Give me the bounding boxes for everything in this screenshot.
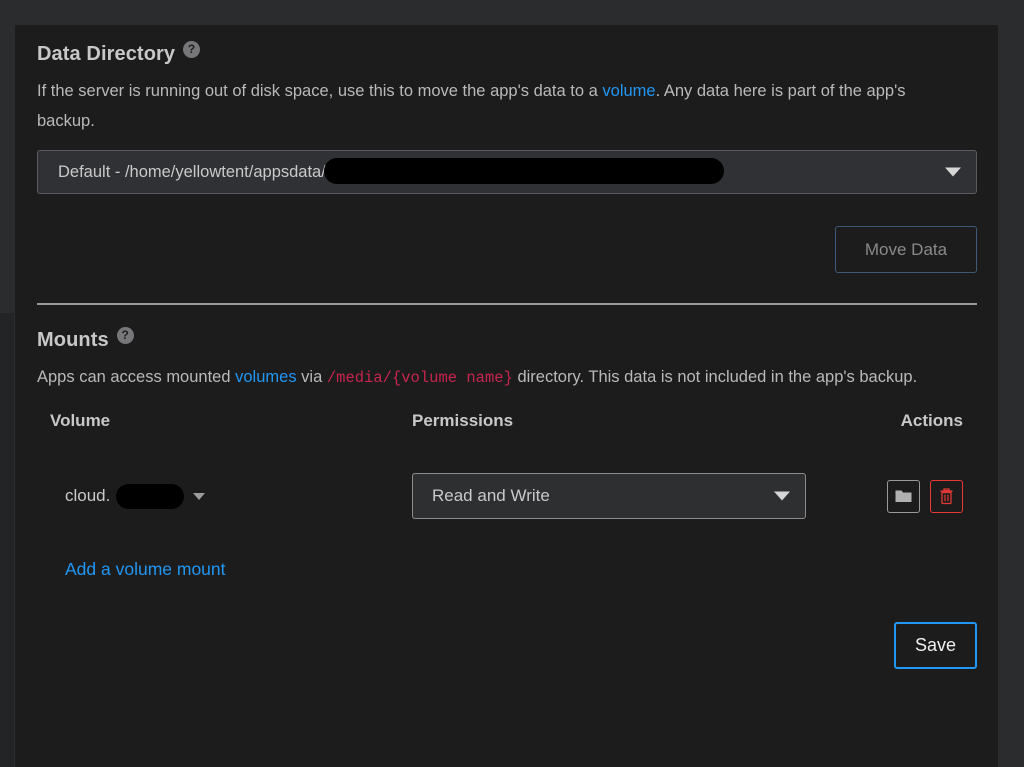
mounts-section: Mounts ? Apps can access mounted volumes… (37, 327, 977, 580)
data-directory-section: Data Directory ? If the server is runnin… (37, 41, 977, 305)
mounts-table: Volume Permissions Actions cloud. Read a… (37, 411, 977, 519)
mounts-description: Apps can access mounted volumes via /med… (37, 362, 967, 393)
chevron-down-icon (193, 492, 206, 500)
mounts-description-before-link: Apps can access mounted (37, 368, 236, 386)
column-header-volume: Volume (50, 411, 111, 430)
save-row: Save (37, 622, 977, 669)
scroll-container-gutter (0, 313, 14, 767)
add-volume-mount-row: Add a volume mount (37, 559, 976, 580)
column-header-actions: Actions (900, 411, 963, 430)
permissions-select-wrapper: Read and Write (412, 473, 806, 519)
data-directory-select-wrapper: Default - /home/yellowtent/appsdata/ (37, 150, 977, 194)
media-path-code: /media/{volume name} (326, 369, 513, 387)
volumes-link[interactable]: volumes (235, 368, 296, 386)
permissions-cell: Read and Write (412, 473, 842, 519)
question-mark-icon[interactable]: ? (116, 327, 134, 344)
move-data-row: Move Data (37, 226, 977, 273)
volume-cell[interactable]: cloud. (37, 483, 412, 509)
folder-icon (895, 490, 912, 502)
mounts-table-header: Volume Permissions Actions (37, 411, 977, 437)
data-directory-title-text: Data Directory (37, 43, 176, 65)
settings-panel: Data Directory ? If the server is runnin… (15, 25, 998, 767)
browse-folder-button[interactable] (887, 479, 920, 513)
redaction-bar-volume (116, 483, 185, 509)
table-row: cloud. Read and Write (37, 473, 977, 519)
volume-link[interactable]: volume (602, 82, 655, 100)
mounts-title-text: Mounts (37, 329, 109, 351)
data-directory-select-value: Default - /home/yellowtent/appsdata/ (58, 162, 326, 181)
actions-cell (842, 479, 977, 513)
mounts-description-after-code: directory. This data is not included in … (512, 368, 918, 386)
move-data-button[interactable]: Move Data (835, 226, 977, 273)
permissions-select[interactable]: Read and Write (412, 473, 806, 519)
permissions-select-value: Read and Write (432, 486, 550, 505)
mounts-description-via: via (296, 368, 327, 386)
trash-icon (940, 487, 953, 504)
delete-mount-button[interactable] (930, 479, 963, 513)
mounts-title: Mounts ? (37, 327, 976, 352)
volume-name-label: cloud. (65, 486, 111, 505)
data-directory-title: Data Directory ? (37, 41, 976, 66)
app-root: Data Directory ? If the server is runnin… (0, 0, 1024, 767)
data-directory-select[interactable]: Default - /home/yellowtent/appsdata/ (37, 150, 977, 194)
description-text-before-link: If the server is running out of disk spa… (37, 82, 603, 100)
column-header-permissions: Permissions (412, 411, 514, 430)
add-volume-mount-link[interactable]: Add a volume mount (65, 559, 226, 579)
redaction-bar-path (323, 158, 724, 184)
question-mark-icon[interactable]: ? (183, 41, 201, 58)
section-divider (37, 303, 977, 305)
save-button[interactable]: Save (894, 622, 977, 669)
data-directory-description: If the server is running out of disk spa… (37, 76, 967, 136)
